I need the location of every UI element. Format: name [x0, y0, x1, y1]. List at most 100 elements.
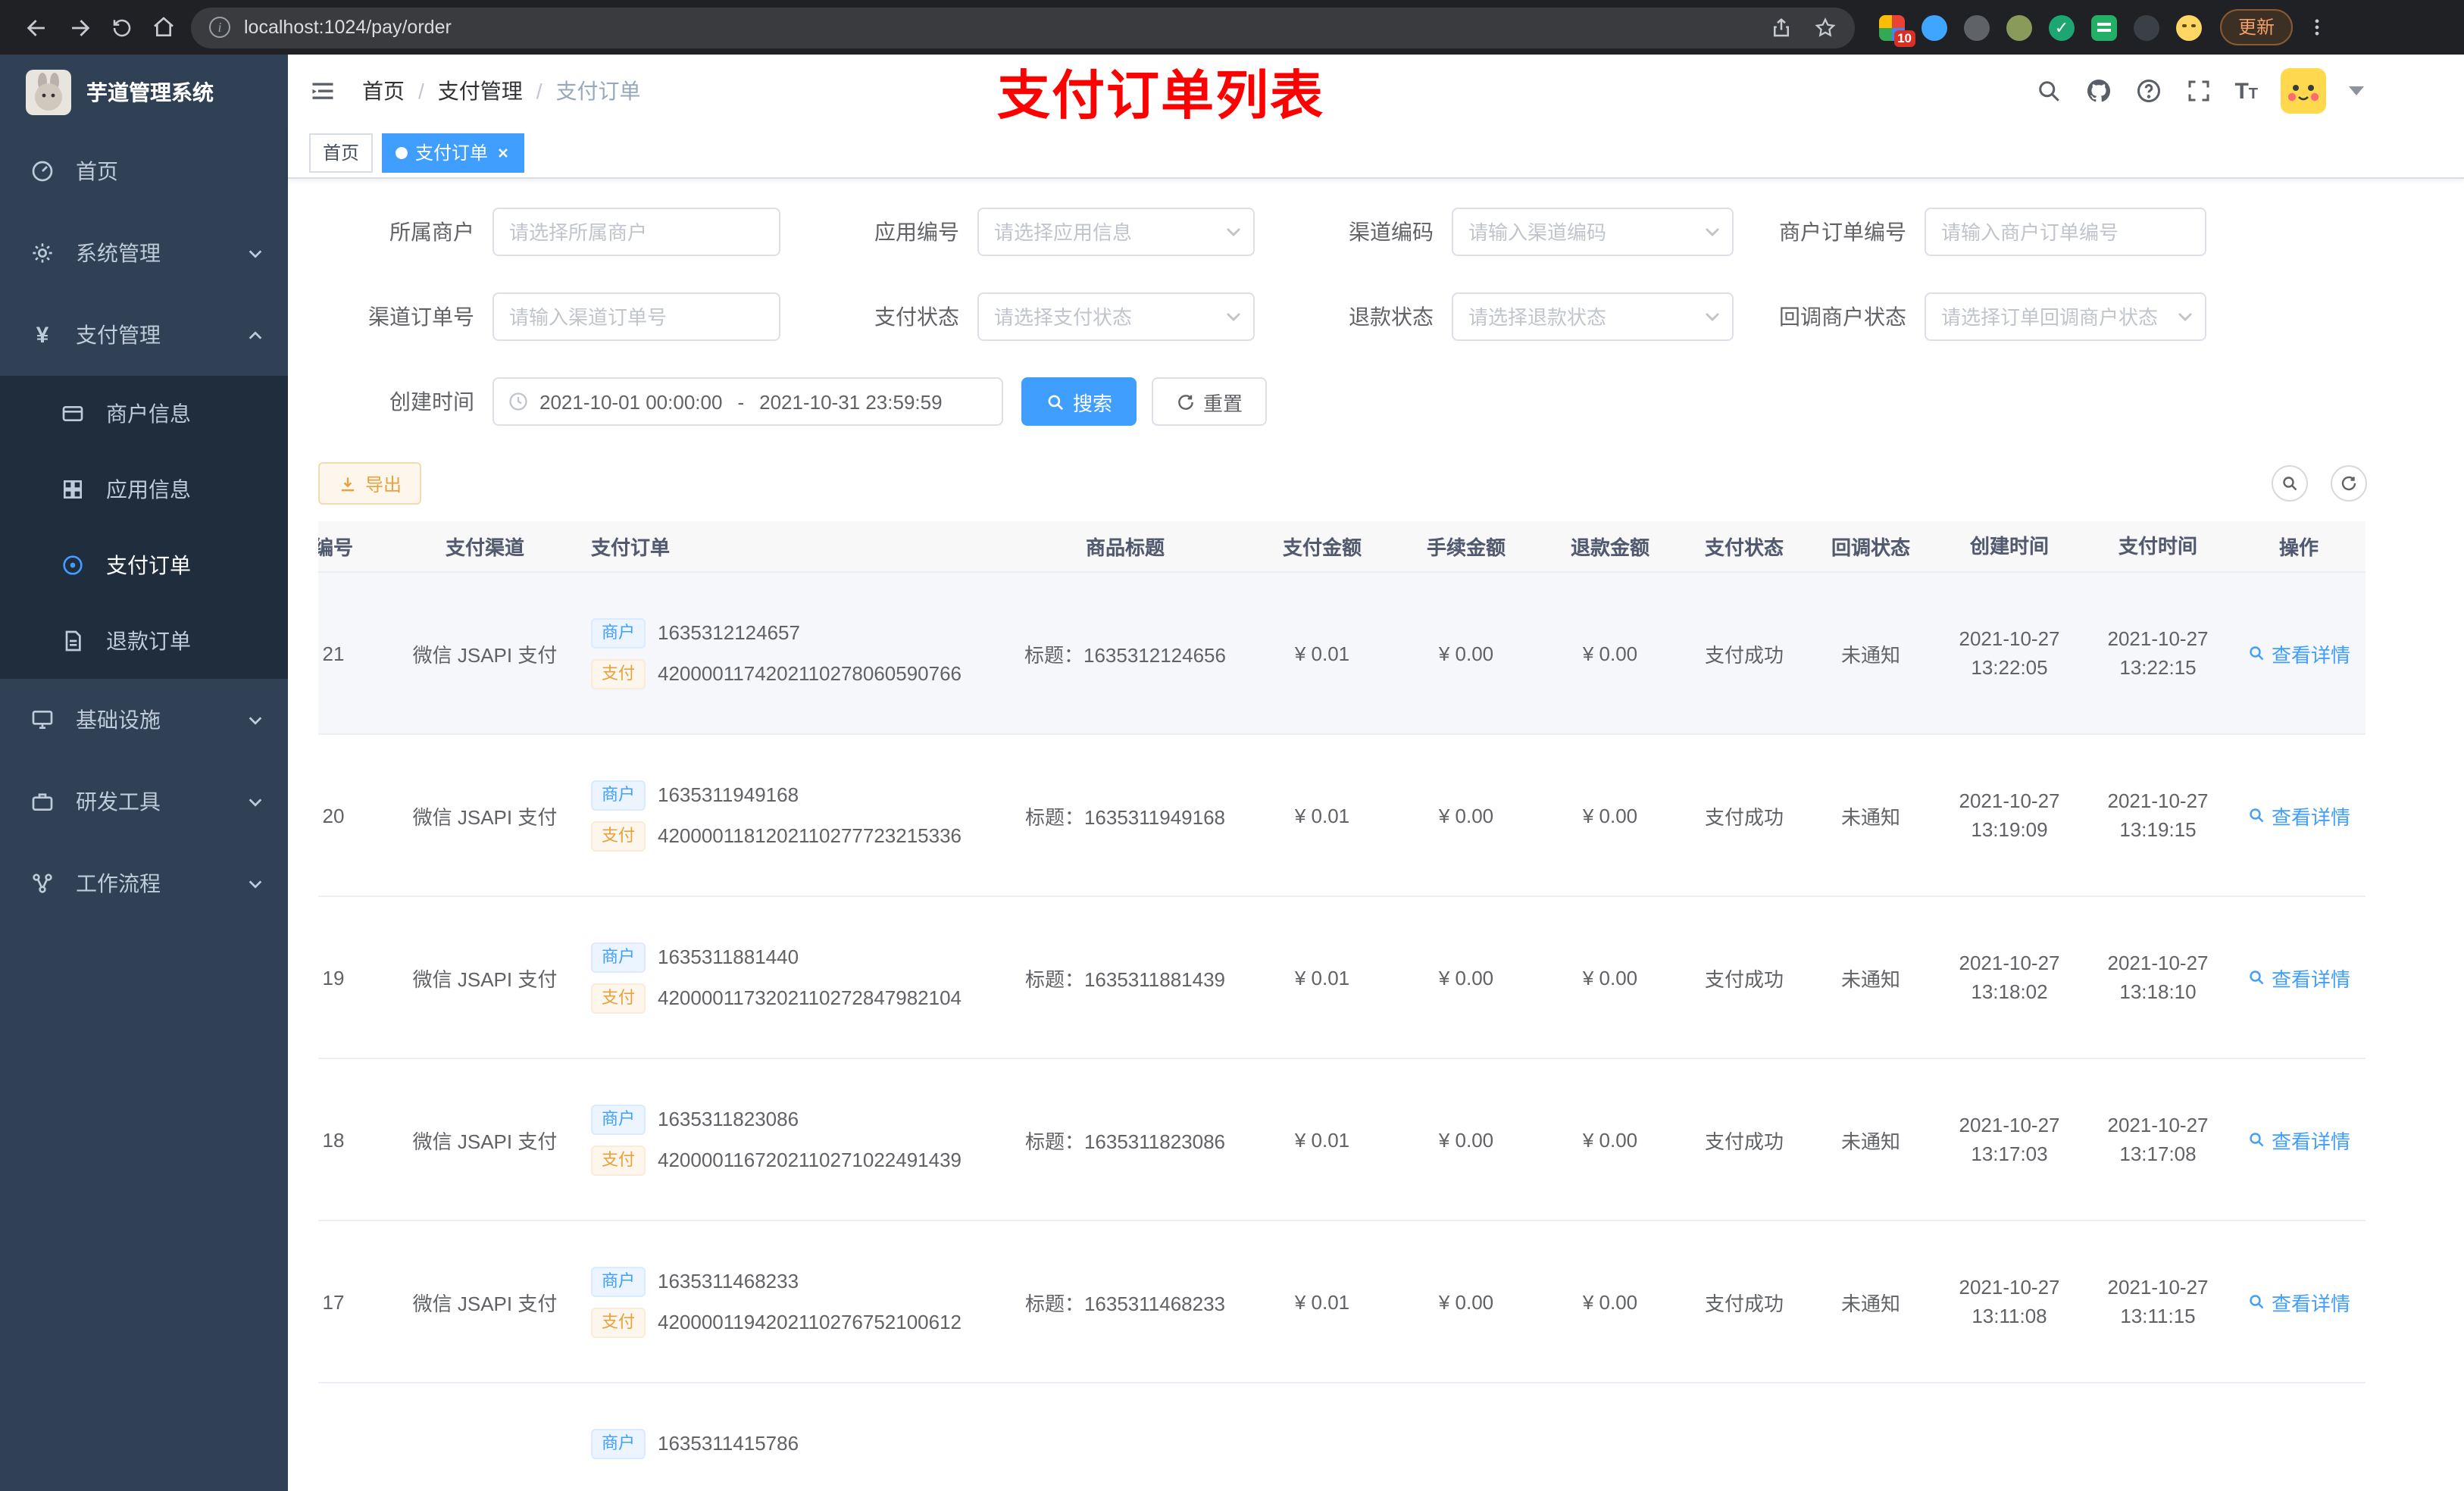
col-id: 编号: [318, 536, 353, 559]
reload-icon[interactable]: [100, 6, 142, 48]
cell-create-time: 2021-10-27 13:11:08: [1959, 1276, 2060, 1327]
pay-status-input[interactable]: [977, 292, 1255, 341]
table-body: 21 微信 JSAPI 支付 商户 1635312124657 支付 42000…: [318, 573, 2366, 1491]
table-row: 商户 1635311415786 支付 查看详情: [318, 1383, 2366, 1491]
merchant-order-no-input[interactable]: [1925, 208, 2206, 256]
briefcase-icon: [30, 789, 55, 814]
merchant-order-no-field[interactable]: [1925, 208, 2206, 256]
view-detail-link[interactable]: 查看详情: [2247, 639, 2350, 667]
channel-order-no-field[interactable]: [492, 292, 780, 341]
cell-notify: 未通知: [1840, 1292, 1900, 1314]
user-avatar[interactable]: [2281, 68, 2326, 114]
refresh-icon[interactable]: [2331, 465, 2367, 502]
tab-pay-order[interactable]: 支付订单: [382, 133, 525, 172]
extension-icon-emoji[interactable]: [2176, 14, 2202, 40]
target-icon: [61, 553, 85, 577]
merchant-select[interactable]: [492, 208, 780, 256]
back-icon[interactable]: [15, 6, 58, 48]
app-select-input[interactable]: [977, 208, 1255, 256]
avatar-dropdown-icon[interactable]: [2349, 86, 2364, 95]
channel-code-select[interactable]: [1452, 208, 1734, 256]
extension-icon-check[interactable]: ✓: [2049, 14, 2075, 40]
site-info-icon[interactable]: i: [209, 17, 230, 38]
extension-badge: 10: [1893, 30, 1915, 46]
credit-card-icon: [61, 402, 85, 426]
chevron-down-icon: [247, 245, 264, 261]
toggle-search-icon[interactable]: [2272, 465, 2308, 502]
font-size-icon[interactable]: TT: [2234, 78, 2258, 104]
pay-tag: 支付: [591, 821, 646, 851]
cell-notify: 未通知: [1840, 643, 1900, 666]
sidebar-item-home[interactable]: 首页: [0, 130, 288, 212]
channel-code-input[interactable]: [1452, 208, 1734, 256]
view-detail-link[interactable]: 查看详情: [2247, 1287, 2350, 1316]
chrome-update-button[interactable]: 更新: [2220, 9, 2294, 45]
extension-icon-blue[interactable]: [1921, 14, 1947, 40]
cell-pay-time: 2021-10-27 13:17:08: [2107, 1114, 2209, 1165]
sidebar-item-app-info[interactable]: 应用信息: [0, 452, 288, 527]
sidebar-item-workflow[interactable]: 工作流程: [0, 842, 288, 924]
active-dot: [396, 146, 408, 158]
pay-status-select[interactable]: [977, 292, 1255, 341]
notify-status-select[interactable]: [1925, 292, 2206, 341]
extension-icon-dark[interactable]: [2134, 14, 2159, 40]
url-bar[interactable]: i localhost:1024/pay/order: [191, 7, 1855, 48]
sidebar-item-dev-tools[interactable]: 研发工具: [0, 761, 288, 842]
filter-label-channel-order-no: 渠道订单号: [368, 305, 474, 329]
cell-id: 17: [322, 1290, 345, 1313]
merchant-order-no: 1635311823086: [658, 1108, 799, 1130]
app-select[interactable]: [977, 208, 1255, 256]
sidebar-item-merchant-info[interactable]: 商户信息: [0, 376, 288, 452]
home-icon[interactable]: [142, 6, 185, 48]
filter-label-notify-status: 回调商户状态: [1779, 305, 1906, 329]
app-logo[interactable]: 芋道管理系统: [0, 55, 288, 130]
breadcrumb-pay-mgmt[interactable]: 支付管理: [438, 76, 523, 106]
channel-order-no: 4200001181202110277723215336: [658, 824, 962, 847]
navbar-actions: TT: [2034, 68, 2364, 114]
merchant-tag: 商户: [591, 1104, 646, 1134]
sidebar-item-pay-order[interactable]: 支付订单: [0, 527, 288, 603]
breadcrumb-home[interactable]: 首页: [362, 76, 405, 106]
cell-amount: ¥ 0.01: [1294, 1128, 1350, 1151]
view-detail-link[interactable]: 查看详情: [2247, 963, 2350, 992]
extension-icon-chat[interactable]: [2091, 14, 2117, 40]
notify-status-input[interactable]: [1925, 292, 2206, 341]
date-range-picker[interactable]: 2021-10-01 00:00:00 - 2021-10-31 23:59:5…: [492, 377, 1003, 426]
sidebar-item-system[interactable]: 系统管理: [0, 212, 288, 294]
extension-icon-gray[interactable]: [1964, 14, 1990, 40]
refund-status-select[interactable]: [1452, 292, 1734, 341]
github-icon[interactable]: [2084, 77, 2112, 105]
sidebar-item-label: 支付订单: [106, 553, 191, 577]
bookmark-star-icon[interactable]: [1814, 16, 1837, 39]
chrome-menu-icon[interactable]: [2306, 17, 2328, 38]
channel-order-no-input[interactable]: [492, 292, 780, 341]
sidebar-item-infrastructure[interactable]: 基础设施: [0, 679, 288, 761]
sidebar-item-payment[interactable]: ¥ 支付管理: [0, 294, 288, 376]
view-detail-link[interactable]: 查看详情: [2247, 801, 2350, 830]
cell-create-time: 2021-10-27 13:22:05: [1959, 627, 2060, 679]
search-button[interactable]: 搜索: [1021, 377, 1137, 426]
sidebar-item-refund-order[interactable]: 退款订单: [0, 603, 288, 679]
search-icon[interactable]: [2034, 77, 2062, 105]
hamburger-icon[interactable]: [309, 77, 336, 105]
cell-status: 支付成功: [1704, 967, 1784, 990]
url-text: localhost:1024/pay/order: [244, 17, 452, 38]
forward-icon[interactable]: [58, 6, 100, 48]
tab-home[interactable]: 首页: [309, 133, 374, 172]
merchant-input[interactable]: [492, 208, 780, 256]
close-icon[interactable]: [496, 145, 511, 160]
view-detail-link[interactable]: 查看详情: [2247, 1125, 2350, 1154]
cell-fee: ¥ 0.00: [1438, 1128, 1494, 1151]
cell-amount: ¥ 0.01: [1294, 804, 1350, 827]
cell-refund: ¥ 0.00: [1582, 966, 1638, 989]
export-button[interactable]: 导出: [318, 462, 422, 505]
extension-icon-olive[interactable]: [2006, 14, 2032, 40]
refund-status-input[interactable]: [1452, 292, 1734, 341]
cell-pay-time: 2021-10-27 13:18:10: [2107, 952, 2209, 1003]
help-icon[interactable]: [2134, 77, 2162, 105]
extension-icon-colorful[interactable]: 10: [1879, 14, 1915, 46]
reset-button[interactable]: 重置: [1152, 377, 1268, 426]
fullscreen-icon[interactable]: [2184, 77, 2212, 105]
cell-refund: ¥ 0.00: [1582, 1128, 1638, 1151]
share-icon[interactable]: [1770, 16, 1793, 39]
